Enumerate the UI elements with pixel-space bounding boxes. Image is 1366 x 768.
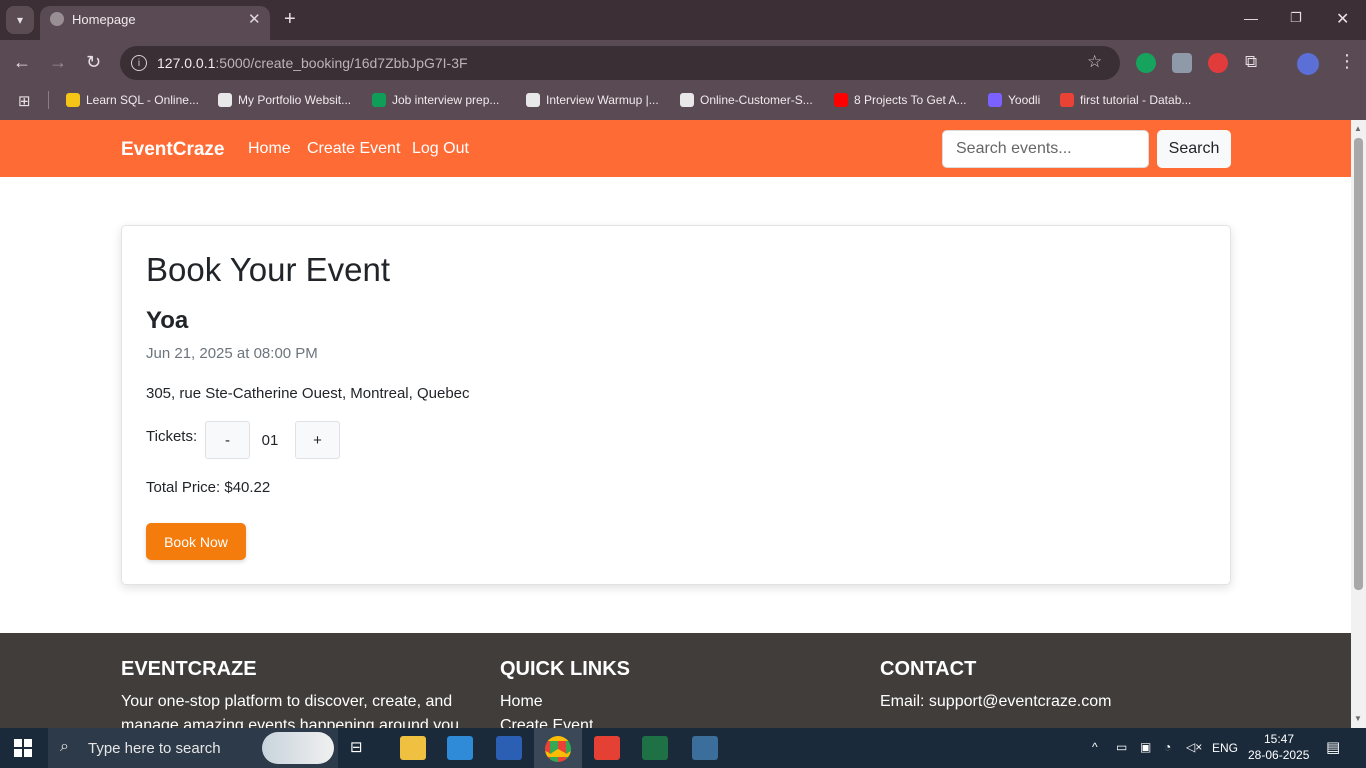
footer-link-create-event[interactable]: Create Event	[500, 717, 593, 728]
network-icon[interactable]: ▣	[1140, 740, 1151, 754]
bookmark-label: first tutorial - Datab...	[1080, 93, 1192, 107]
tickets-label: Tickets:	[146, 428, 198, 445]
footer-link-home[interactable]: Home	[500, 693, 543, 711]
footer-about-text: Your one-stop platform to discover, crea…	[121, 693, 453, 710]
tab-search-button[interactable]: ▾	[6, 6, 34, 34]
vscode-icon[interactable]	[447, 736, 473, 760]
globe-icon	[50, 12, 64, 26]
bookmark-item[interactable]: My Portfolio Websit...	[218, 92, 351, 108]
bookmark-favicon-icon	[1060, 93, 1074, 107]
language-indicator[interactable]: ENG	[1212, 741, 1238, 755]
gmail-icon[interactable]	[594, 736, 620, 760]
search-highlight-image	[262, 732, 334, 764]
close-window-icon[interactable]: ✕	[1336, 9, 1349, 29]
url-path: :5000/create_booking/16d7ZbbJpG7I-3F	[215, 55, 468, 71]
tray-chevron-icon[interactable]: ^	[1092, 740, 1098, 754]
footer-contact-heading: CONTACT	[880, 658, 977, 680]
footer-email: Email: support@eventcraze.com	[880, 693, 1112, 710]
reload-icon[interactable]: ↻	[86, 52, 101, 73]
minimize-icon[interactable]: —	[1244, 10, 1258, 26]
forward-arrow-icon[interactable]: →	[49, 52, 67, 73]
page-title: Book Your Event	[146, 251, 391, 288]
bookmark-label: Job interview prep...	[392, 93, 500, 107]
bookmark-star-icon[interactable]: ☆	[1087, 52, 1102, 72]
bookmark-item[interactable]: first tutorial - Datab...	[1060, 92, 1191, 108]
word-icon[interactable]	[496, 736, 522, 760]
back-arrow-icon[interactable]: ←	[13, 52, 31, 73]
url-host: 127.0.0.1	[157, 55, 216, 71]
windows-start-icon[interactable]	[14, 739, 32, 762]
apps-grid-icon[interactable]: ⊞	[18, 92, 31, 110]
site-info-icon[interactable]: i	[131, 55, 147, 71]
footer-about-text-2: manage amazing events happening around y…	[121, 717, 464, 728]
scroll-thumb[interactable]	[1354, 138, 1363, 590]
bookmark-favicon-icon	[834, 93, 848, 107]
decrement-tickets-button[interactable]: -	[205, 421, 250, 459]
bookmark-favicon-icon	[66, 93, 80, 107]
taskbar-search-text: Type here to search	[88, 740, 221, 757]
event-name: Yoa	[146, 307, 189, 334]
profile-avatar[interactable]	[1297, 53, 1319, 75]
clock-date[interactable]: 28-06-2025	[1248, 748, 1309, 762]
nav-link-create-event[interactable]: Create Event	[307, 140, 400, 158]
event-date: Jun 21, 2025 at 08:00 PM	[146, 345, 318, 362]
search-icon: ⌕	[60, 738, 69, 755]
file-explorer-icon[interactable]	[400, 736, 426, 760]
bookmark-label: 8 Projects To Get A...	[854, 93, 967, 107]
close-tab-icon[interactable]: ✕	[248, 10, 261, 28]
task-view-icon[interactable]: ⊟	[350, 738, 363, 756]
grammarly-extension-icon[interactable]	[1136, 53, 1156, 73]
nav-link-log-out[interactable]: Log Out	[412, 140, 469, 158]
search-button[interactable]: Search	[1157, 130, 1231, 168]
bookmark-item[interactable]: Yoodli	[988, 92, 1040, 108]
mysql-workbench-icon[interactable]	[692, 736, 718, 760]
bookmark-label: Yoodli	[1008, 93, 1041, 107]
excel-icon[interactable]	[642, 736, 668, 760]
bookmark-divider	[48, 91, 49, 109]
clock-time[interactable]: 15:47	[1264, 732, 1294, 746]
bookmark-item[interactable]: Learn SQL - Online...	[66, 92, 199, 108]
notifications-icon[interactable]: ▤	[1326, 738, 1340, 756]
increment-tickets-button[interactable]: +	[295, 421, 340, 459]
scroll-up-arrow-icon[interactable]: ▲	[1354, 124, 1362, 133]
bookmark-item[interactable]: Interview Warmup |...	[526, 92, 659, 108]
search-input[interactable]	[942, 130, 1149, 168]
book-now-button[interactable]: Book Now	[146, 523, 246, 560]
shield-extension-icon[interactable]	[1172, 53, 1192, 73]
bookmark-label: My Portfolio Websit...	[238, 93, 352, 107]
bookmark-favicon-icon	[218, 93, 232, 107]
battery-icon[interactable]: ▭	[1116, 740, 1127, 754]
restore-icon[interactable]: ❐	[1290, 10, 1302, 26]
extensions-puzzle-icon[interactable]: ⧉	[1245, 52, 1257, 72]
more-menu-icon[interactable]: ⋮	[1338, 51, 1356, 72]
bookmark-label: Learn SQL - Online...	[86, 93, 199, 107]
ticket-quantity: 01	[261, 432, 279, 449]
footer-about-heading: EVENTCRAZE	[121, 658, 257, 680]
bookmark-favicon-icon	[680, 93, 694, 107]
red-extension-icon[interactable]	[1208, 53, 1228, 73]
total-price: Total Price: $40.22	[146, 479, 271, 496]
bookmark-item[interactable]: Job interview prep...	[372, 92, 499, 108]
bookmark-item[interactable]: Online-Customer-S...	[680, 92, 813, 108]
wifi-icon[interactable]: ◔	[1164, 740, 1171, 754]
bookmark-item[interactable]: 8 Projects To Get A...	[834, 92, 967, 108]
scroll-down-arrow-icon[interactable]: ▼	[1354, 714, 1362, 723]
event-address: 305, rue Ste-Catherine Ouest, Montreal, …	[146, 385, 470, 402]
chrome-icon[interactable]	[545, 736, 571, 762]
url-text[interactable]: 127.0.0.1:5000/create_booking/16d7ZbbJpG…	[157, 55, 468, 71]
tab-title: Homepage	[72, 12, 136, 27]
footer-links-heading: QUICK LINKS	[500, 658, 630, 680]
bookmark-favicon-icon	[526, 93, 540, 107]
nav-link-home[interactable]: Home	[248, 140, 291, 158]
bookmark-favicon-icon	[988, 93, 1002, 107]
new-tab-button[interactable]: +	[284, 8, 296, 31]
volume-muted-icon[interactable]: ◁×	[1186, 740, 1202, 754]
bookmark-label: Online-Customer-S...	[700, 93, 813, 107]
site-brand[interactable]: EventCraze	[121, 139, 225, 161]
bookmark-favicon-icon	[372, 93, 386, 107]
bookmark-label: Interview Warmup |...	[546, 93, 659, 107]
